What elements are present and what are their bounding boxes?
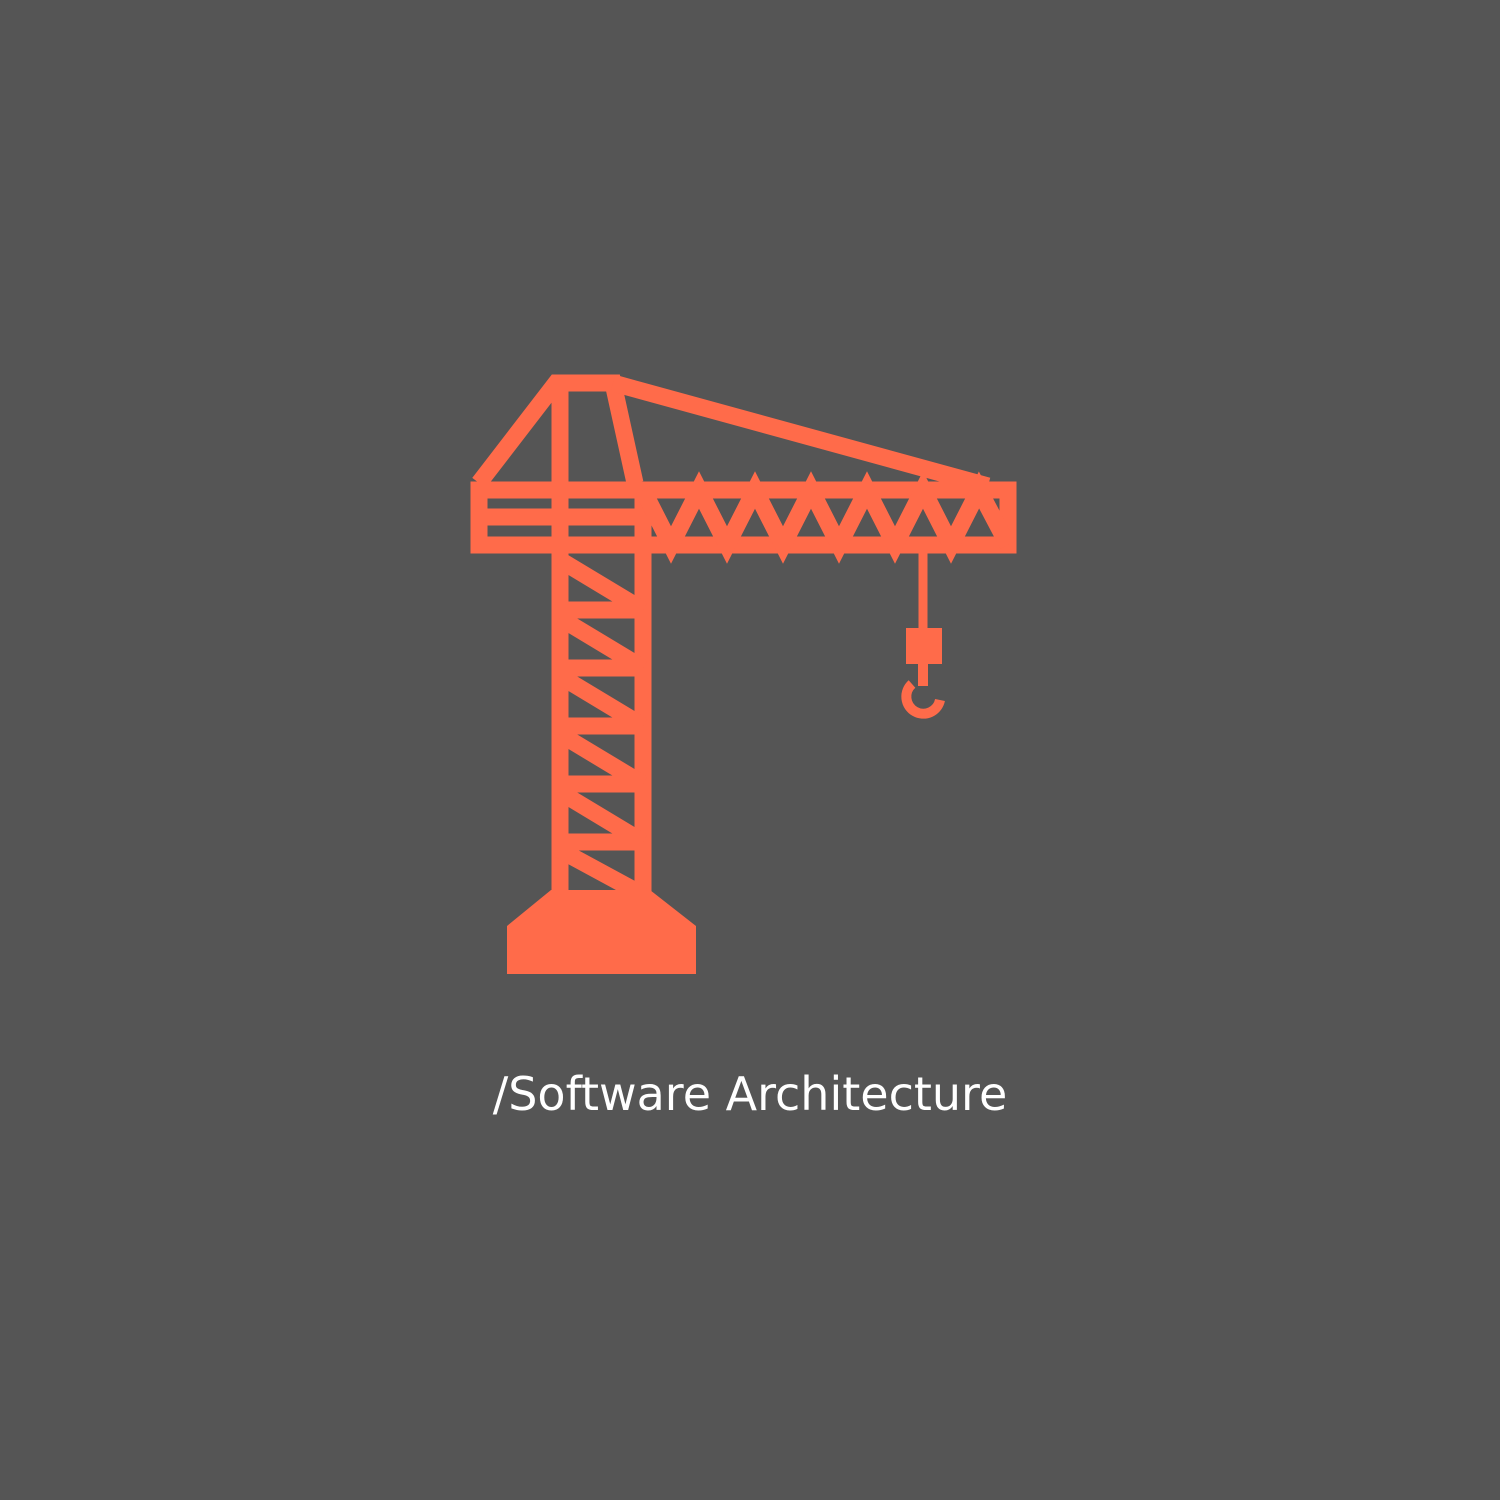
construction-crane-icon [470,374,1017,974]
page: { "icon": { "name": "construction-crane-… [0,0,1500,1500]
caption-title: /Software Architecture [492,1067,1008,1121]
